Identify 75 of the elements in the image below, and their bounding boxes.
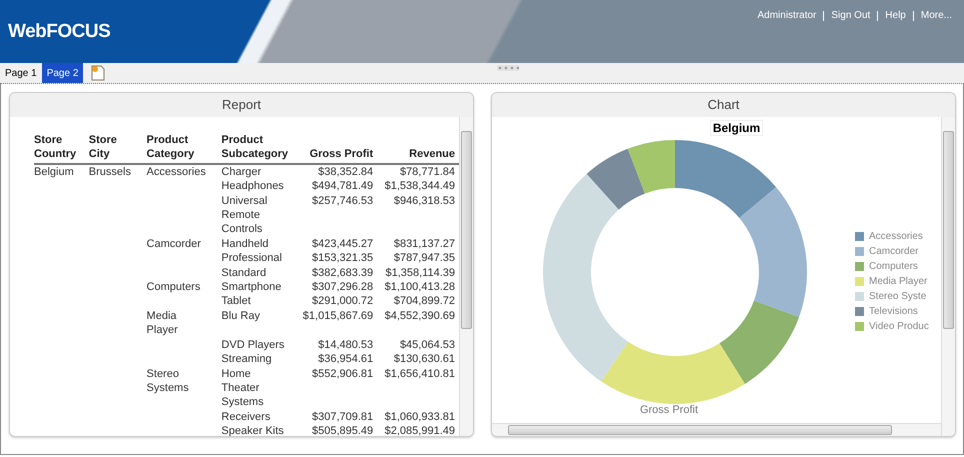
table-cell: $552,906.81 [312,368,374,380]
header-link[interactable]: Sign Out [831,10,870,21]
table-cell: $1,656,410.81 [384,368,455,380]
table-cell: $4,552,390.69 [384,310,455,322]
table-cell: Standard [221,266,266,279]
legend-label: Media Player [869,276,928,286]
table-cell: $382,683.39 [312,266,374,279]
axis-label: Gross Profit [640,404,698,416]
table-cell: $1,100,413.28 [384,281,455,294]
table-cell: Universal Remote Controls [221,194,268,236]
page-tab[interactable]: Page 2 [42,63,84,83]
table-cell: Computers [146,281,200,294]
table-cell: Camcorder [146,238,201,250]
table-cell: $1,538,344.49 [384,180,455,192]
column-header: Store City [88,133,147,164]
new-page-icon[interactable] [91,65,106,81]
vertical-scrollbar[interactable] [941,117,955,436]
table-cell: Home Theater Systems [221,368,264,408]
table-cell: $38,352.84 [318,166,374,178]
vertical-scrollbar[interactable] [459,117,473,436]
panel-title: Report [10,93,473,117]
table-cell: $130,630.61 [394,353,455,366]
panel-title: Chart [492,93,955,117]
table-cell: $78,771.84 [400,166,455,178]
table-cell: DVD Players [221,338,284,351]
table-cell: Professional [221,252,282,264]
column-header: Store Country [34,133,89,164]
column-header: Product Subcategory [221,133,298,164]
table-cell: $494,781.49 [312,180,374,192]
table-cell: Handheld [221,238,269,250]
horizontal-scrollbar[interactable] [492,423,941,436]
table-cell: Receivers [221,410,270,423]
header-link[interactable]: Help [885,10,906,21]
header-link[interactable]: More... [920,10,952,21]
table-cell: $1,358,114.39 [385,266,455,279]
table-cell: $307,296.28 [312,281,374,294]
table-cell: $291,000.72 [312,295,374,308]
table-cell: $2,085,991.49 [384,425,455,436]
table-cell: Belgium [34,166,74,178]
table-cell: Media Player [146,310,178,336]
table-cell: Streaming [221,353,272,366]
legend-label: Accessories [869,230,923,242]
table-cell: $45,064.53 [400,338,455,351]
chart-title: Belgium [710,120,764,136]
header-link[interactable]: Administrator [757,10,816,21]
table-cell: Stereo Systems [146,368,189,394]
table-cell: Smartphone [221,281,282,294]
table-cell: $153,321.35 [312,252,374,264]
table-cell: Tablet [221,295,251,308]
table-cell: $704,899.72 [394,295,455,308]
legend-label: Stereo Syste [869,290,926,302]
table-cell: $1,015,867.69 [302,310,374,322]
table-cell: $946,318.53 [394,194,455,207]
table-cell: Charger [221,166,262,178]
table-cell: $831,137.27 [394,238,455,250]
table-cell: $14,480.53 [318,338,374,351]
table-cell: $505,895.49 [312,425,374,436]
legend-label: Video Produc [869,320,929,332]
legend-label: Televisions [869,306,918,316]
table-cell: $1,060,933.81 [384,410,455,423]
table-cell: Blu Ray [221,310,260,322]
table-cell: $423,445.27 [312,238,374,250]
table-cell: Headphones [221,180,284,192]
resize-grip[interactable] [497,65,519,71]
table-cell: $257,746.53 [312,194,374,207]
column-header: Product Category [146,133,222,164]
table-cell: $307,709.81 [312,410,374,423]
table-cell: Brussels [88,166,131,178]
table-cell: $36,954.61 [318,353,374,366]
legend-label: Computers [869,260,918,272]
legend-label: Camcorder [869,246,918,256]
table-cell: Accessories [146,166,206,178]
logo: WebFOCUS [8,21,110,43]
table-cell: $787,947.35 [394,252,455,264]
column-header: Gross Profit [297,133,380,164]
